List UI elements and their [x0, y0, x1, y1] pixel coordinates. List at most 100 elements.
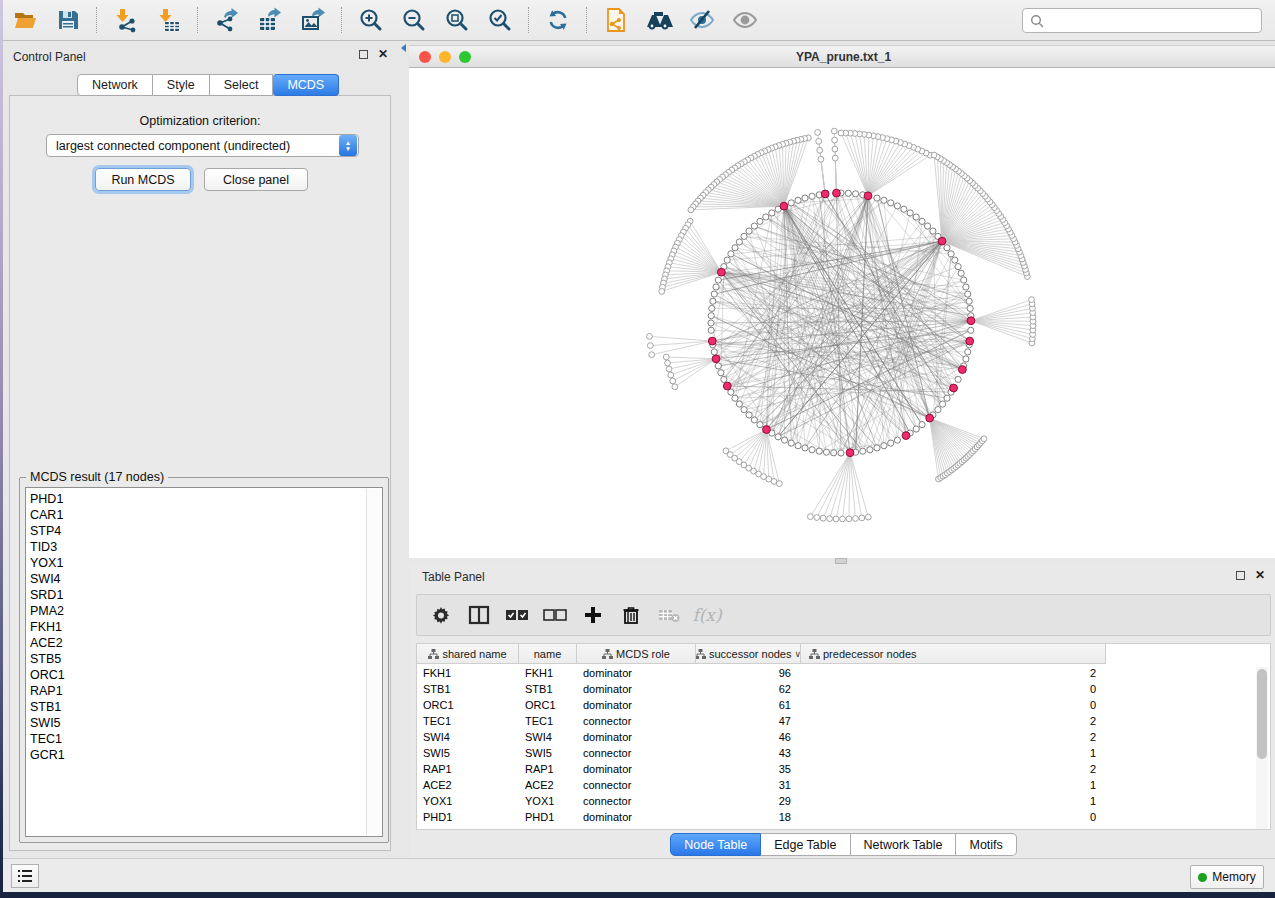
table-cell: YOX1: [519, 793, 577, 809]
export-network-icon[interactable]: [205, 3, 248, 37]
new-network-from-file-icon[interactable]: [594, 3, 637, 37]
mcds-result-item[interactable]: PMA2: [30, 603, 65, 619]
mcds-result-item[interactable]: TEC1: [30, 731, 65, 747]
refresh-view-icon[interactable]: [536, 3, 579, 37]
mcds-result-item[interactable]: ACE2: [30, 635, 65, 651]
column-header-name[interactable]: name: [519, 644, 577, 664]
first-neighbors-icon[interactable]: [637, 3, 680, 37]
search-input[interactable]: [1022, 8, 1262, 33]
zoom-selected-icon[interactable]: [478, 3, 521, 37]
mcds-result-item[interactable]: STP4: [30, 523, 65, 539]
open-file-icon[interactable]: [3, 3, 46, 37]
column-header-shared-name[interactable]: shared name: [417, 644, 519, 664]
table-panel-title: Table Panel: [422, 570, 485, 584]
close-panel-icon[interactable]: ✕: [378, 50, 388, 59]
mcds-result-item[interactable]: PHD1: [30, 491, 65, 507]
memory-button[interactable]: Memory: [1190, 865, 1264, 889]
table-scrollbar[interactable]: [1256, 667, 1268, 829]
table-row[interactable]: ACE2ACE2connector311: [417, 777, 1106, 793]
column-header-MCDS-role[interactable]: MCDS role: [577, 644, 696, 664]
table-row[interactable]: ORC1ORC1dominator610: [417, 697, 1106, 713]
save-session-icon[interactable]: [46, 3, 89, 37]
table-cell: 47: [696, 713, 801, 729]
import-table-icon[interactable]: [147, 3, 190, 37]
tab-network[interactable]: Network: [77, 74, 153, 96]
table-row[interactable]: FKH1FKH1dominator962: [417, 665, 1106, 681]
mcds-result-item[interactable]: STB1: [30, 699, 65, 715]
control-panel: Control Panel ✕ NetworkStyleSelectMCDS O…: [3, 41, 400, 858]
table-row[interactable]: TEC1TEC1connector472: [417, 713, 1106, 729]
delete-column-icon[interactable]: [612, 605, 650, 625]
mcds-result-item[interactable]: SWI4: [30, 571, 65, 587]
export-table-icon[interactable]: [248, 3, 291, 37]
table-cell: 18: [696, 809, 801, 825]
task-history-button[interactable]: [11, 864, 39, 888]
table-cell: connector: [577, 793, 696, 809]
table-settings-icon[interactable]: [422, 605, 460, 625]
mcds-result-item[interactable]: GCR1: [30, 747, 65, 763]
export-image-icon[interactable]: [291, 3, 334, 37]
tab-motifs[interactable]: Motifs: [956, 833, 1016, 856]
tab-network-table[interactable]: Network Table: [851, 833, 957, 856]
mcds-result-item[interactable]: SRD1: [30, 587, 65, 603]
table-row[interactable]: SWI4SWI4dominator462: [417, 729, 1106, 745]
float-table-panel-icon[interactable]: [1236, 571, 1245, 580]
vertical-splitter[interactable]: [400, 41, 409, 858]
table-cell: YOX1: [417, 793, 519, 809]
network-canvas[interactable]: [409, 69, 1275, 558]
mcds-result-item[interactable]: TID3: [30, 539, 65, 555]
show-column-icon[interactable]: [460, 605, 498, 625]
table-row[interactable]: STB1STB1dominator620: [417, 681, 1106, 697]
close-panel-button[interactable]: Close panel: [204, 168, 308, 191]
tab-node-table[interactable]: Node Table: [670, 833, 761, 856]
search-icon: [1030, 14, 1044, 28]
table-cell: PHD1: [417, 809, 519, 825]
tab-style[interactable]: Style: [153, 74, 210, 96]
table-cell: 1: [801, 793, 1106, 809]
table-row[interactable]: YOX1YOX1connector291: [417, 793, 1106, 809]
table-cell: 29: [696, 793, 801, 809]
mcds-result-list[interactable]: PHD1CAR1STP4TID3YOX1SWI4SRD1PMA2FKH1ACE2…: [25, 487, 383, 837]
column-header-successor-nodes[interactable]: successor nodes∨: [696, 644, 801, 664]
close-table-panel-icon[interactable]: ✕: [1255, 571, 1265, 580]
mcds-result-item[interactable]: STB5: [30, 651, 65, 667]
mcds-list-scrollbar[interactable]: [366, 489, 381, 835]
create-column-icon[interactable]: [574, 605, 612, 625]
table-cell: 2: [801, 729, 1106, 745]
hide-selected-icon[interactable]: [680, 3, 723, 37]
zoom-out-icon[interactable]: [392, 3, 435, 37]
table-row[interactable]: RAP1RAP1dominator352: [417, 761, 1106, 777]
table-cell: SWI5: [519, 745, 577, 761]
table-panel: Table Panel ✕ f(x) shared namenameMCDS r…: [409, 564, 1275, 858]
run-mcds-button[interactable]: Run MCDS: [95, 168, 191, 191]
app-window: Control Panel ✕ NetworkStyleSelectMCDS O…: [3, 0, 1275, 892]
select-all-columns-icon[interactable]: [498, 605, 536, 625]
table-cell: FKH1: [519, 665, 577, 681]
mcds-result-item[interactable]: SWI5: [30, 715, 65, 731]
table-cell: dominator: [577, 761, 696, 777]
table-cell: ACE2: [417, 777, 519, 793]
zoom-in-icon[interactable]: [349, 3, 392, 37]
toolbar-separator: [197, 7, 198, 33]
show-all-icon[interactable]: [723, 3, 766, 37]
toolbar-separator: [96, 7, 97, 33]
column-header-predecessor-nodes[interactable]: predecessor nodes: [801, 644, 1106, 664]
float-panel-icon[interactable]: [359, 50, 368, 59]
tab-select[interactable]: Select: [210, 74, 274, 96]
unselect-all-columns-icon[interactable]: [536, 605, 574, 625]
mcds-result-item[interactable]: YOX1: [30, 555, 65, 571]
tab-mcds[interactable]: MCDS: [273, 74, 339, 96]
table-row[interactable]: PHD1PHD1dominator180: [417, 809, 1106, 825]
mcds-result-item[interactable]: RAP1: [30, 683, 65, 699]
mcds-result-item[interactable]: FKH1: [30, 619, 65, 635]
mcds-result-item[interactable]: ORC1: [30, 667, 65, 683]
optimization-criterion-select[interactable]: largest connected component (undirected)…: [46, 134, 359, 157]
table-cell: dominator: [577, 809, 696, 825]
table-tabs: Node TableEdge TableNetwork TableMotifs: [409, 833, 1275, 856]
mcds-result-item[interactable]: CAR1: [30, 507, 65, 523]
table-row[interactable]: SWI5SWI5connector431: [417, 745, 1106, 761]
zoom-fit-icon[interactable]: [435, 3, 478, 37]
tab-edge-table[interactable]: Edge Table: [761, 833, 850, 856]
network-titlebar[interactable]: YPA_prune.txt_1: [409, 45, 1275, 68]
import-network-icon[interactable]: [104, 3, 147, 37]
